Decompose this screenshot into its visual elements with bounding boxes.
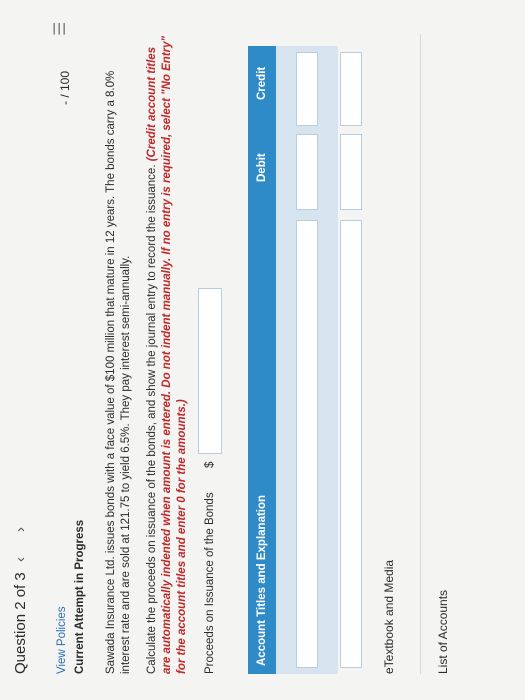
debit-input[interactable] <box>340 134 362 210</box>
header-account-titles: Account Titles and Explanation <box>256 494 268 666</box>
credit-input[interactable] <box>296 52 318 126</box>
divider <box>420 34 421 674</box>
question-panel: Question 2 of 3 ‹ › - / 100 ☰ View Polic… <box>0 0 525 700</box>
credit-input[interactable] <box>340 52 362 126</box>
proceeds-label: Proceeds on Issuance of the Bonds <box>204 492 216 674</box>
header-credit: Credit <box>256 66 268 100</box>
chevron-right-icon[interactable]: › <box>12 527 29 532</box>
menu-icon[interactable]: ☰ <box>50 22 70 36</box>
score: - / 100 <box>58 70 72 105</box>
account-title-input[interactable] <box>340 220 362 668</box>
header-debit: Debit <box>256 153 268 182</box>
problem-intro: Sawada Insurance Ltd. issues bonds with … <box>105 70 132 674</box>
etextbook-link[interactable]: eTextbook and Media <box>382 560 396 674</box>
list-of-accounts-link[interactable]: List of Accounts <box>436 590 450 674</box>
account-title-input[interactable] <box>296 220 318 668</box>
journal-table-row <box>276 46 338 674</box>
question-number: Question 2 of 3 <box>12 572 29 674</box>
current-attempt-status: Current Attempt in Progress <box>74 519 86 674</box>
problem-instructions: Calculate the proceeds on issuance of th… <box>145 34 190 674</box>
journal-table-header: Account Titles and Explanation Debit Cre… <box>248 46 276 674</box>
journal-table-row <box>340 46 362 674</box>
view-policies-link[interactable]: View Policies <box>56 606 68 674</box>
chevron-left-icon[interactable]: ‹ <box>12 557 29 562</box>
debit-input[interactable] <box>296 134 318 210</box>
currency-symbol: $ <box>204 461 216 468</box>
proceeds-input[interactable] <box>198 288 222 454</box>
instruction-text: Calculate the proceeds on issuance of th… <box>146 164 158 674</box>
